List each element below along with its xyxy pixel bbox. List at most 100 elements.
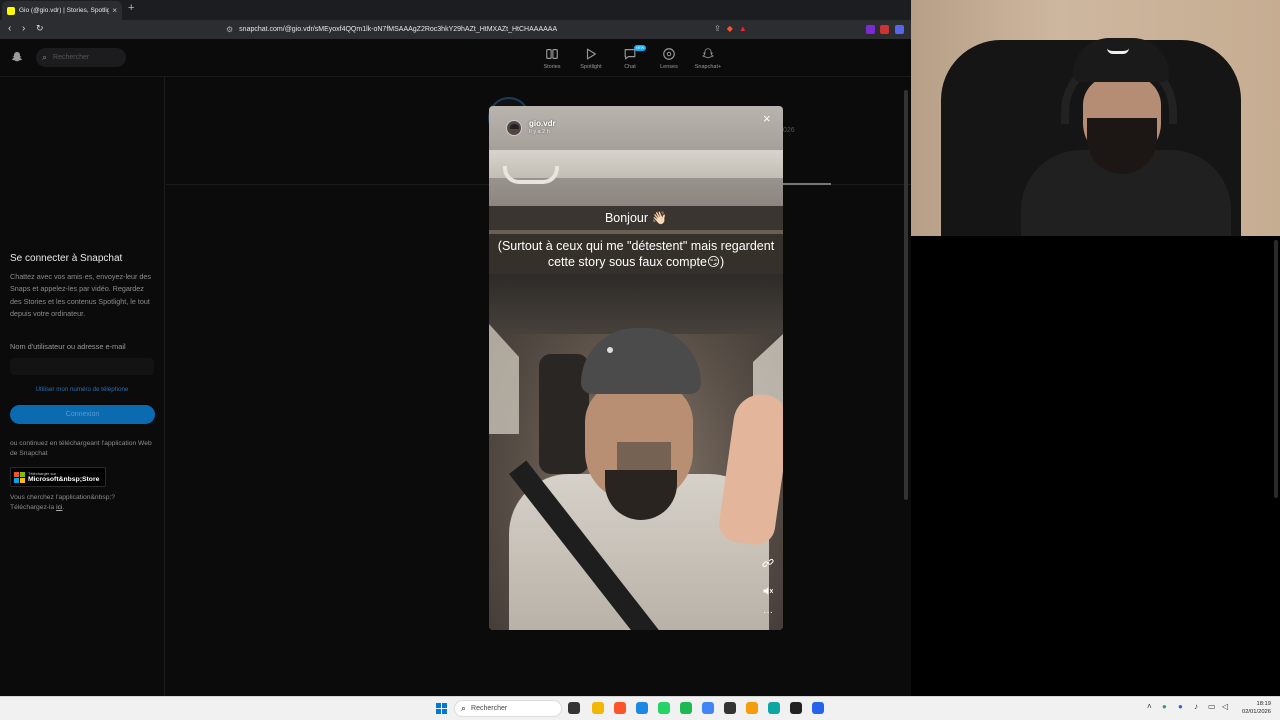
story-user-avatar[interactable] [506,120,522,136]
taskbar-app-icon[interactable] [790,702,802,714]
webcam-overlay [911,0,1280,236]
story-caption-message: (Surtout à ceux qui me "détestent" mais … [489,234,783,274]
extension-icon[interactable] [880,25,889,34]
tab-title: Gio (@gio.vdr) | Stories, Spotlight [19,7,110,14]
story-caption-greeting: Bonjour 👋🏻 [489,206,783,230]
reload-button[interactable]: ↻ [36,23,44,34]
taskbar-search[interactable]: ⌕ Rechercher [454,700,562,717]
tab-close-icon[interactable]: × [112,6,117,15]
new-tab-button[interactable]: + [128,2,134,14]
right-scrollbar[interactable] [1274,240,1278,498]
nav-label: Snapchat+ [694,64,722,70]
search-icon: ⌕ [461,703,467,713]
use-phone-link[interactable]: Utiliser mon numéro de téléphone [10,386,154,393]
brave-shields-icon[interactable]: ◆ [727,24,733,33]
nav-label: Spotlight [580,64,602,70]
download-here-suffix: . [62,504,65,511]
story-close-button[interactable]: × [763,111,771,126]
looking-for-app: Vous cherchez l'application&nbsp;? [10,494,116,501]
tab-strip: Gio (@gio.vdr) | Stories, Spotlight × + [0,0,911,20]
snapchat-ghost-icon[interactable] [11,51,23,63]
story-timestamp: Il y a 2 h [529,129,550,135]
story-username[interactable]: gio.vdr [529,119,556,128]
brave-rewards-icon[interactable]: ▲ [739,24,747,33]
login-sidebar: Se connecter à Snapchat Chattez avec vos… [0,77,165,696]
extension-icon[interactable] [866,25,875,34]
taskbar-app-icon[interactable] [834,702,846,714]
nav-snapchat-plus[interactable]: Snapchat+ [688,47,728,70]
site-settings-icon[interactable]: ⚙ [226,25,233,34]
clock-date: 02/01/2026 [1241,709,1271,715]
taskbar-app-icon[interactable] [614,702,626,714]
volume-icon[interactable]: ◁ [1222,702,1228,711]
mute-icon[interactable] [762,585,774,597]
taskbar-app-icon[interactable] [680,702,692,714]
link-icon[interactable] [762,557,774,569]
microsoft-logo-icon [14,471,25,483]
windows-start-icon[interactable] [436,703,447,714]
more-options-icon[interactable]: ··· [763,607,773,618]
address-bar-actions: ⇪ ◆ ▲ [714,24,747,33]
username-field[interactable] [10,358,154,375]
active-tab-underline [783,183,831,185]
taskbar-app-icon[interactable] [592,702,604,714]
taskbar-app-icon[interactable] [702,702,714,714]
snapchat-favicon-icon [7,6,15,15]
taskbar-app-icon[interactable] [724,702,736,714]
microsoft-store-button[interactable]: Télécharger sur Microsoft&nbsp;Store [10,467,106,487]
windows-taskbar: ⌕ Rechercher ˄ ● ● ♪ ▭ ◁ 18:19 02/01/202… [0,696,1280,720]
nav-label: Chat [624,64,636,70]
stories-icon [546,49,558,59]
system-clock[interactable]: 18:19 02/01/2026 [1237,700,1271,716]
extension-icon[interactable] [895,25,904,34]
empty-area [911,236,1280,696]
taskbar-app-icon[interactable] [812,702,824,714]
download-here-prefix: Téléchargez-la [10,504,57,511]
nav-spotlight[interactable]: Spotlight [571,47,611,70]
search-placeholder: Rechercher [53,54,90,61]
nike-logo-icon [1107,48,1129,54]
address-bar[interactable]: ⚙ snapchat.com/@gio.vdr/sMEyoxf4QQm1lk-o… [206,22,766,37]
taskbar-app-icon[interactable] [768,702,780,714]
microphone-icon[interactable]: ♪ [1194,702,1198,711]
get-app-text: Vous cherchez l'application&nbsp;? Téléc… [10,493,160,513]
search-icon: ⌕ [42,52,48,62]
story-viewer[interactable]: Bonjour 👋🏻 (Surtout à ceux qui me "détes… [489,106,783,630]
login-description: Chattez avec vos amis·es, envoyez-leur d… [10,272,152,318]
lenses-icon [663,48,675,60]
taskbar-app-icon[interactable] [636,702,648,714]
login-button[interactable]: Connexion [10,405,155,424]
new-badge: NEW [634,45,647,51]
url-text: snapchat.com/@gio.vdr/sMEyoxf4QQm1lk-oN7… [239,26,558,33]
snapchat-header: ⌕ Rechercher Stories Spotlight NEW Chat … [0,39,911,77]
task-view-icon[interactable] [568,702,580,714]
browser-tab-active[interactable]: Gio (@gio.vdr) | Stories, Spotlight × [2,1,122,20]
clock-time: 18:19 [1256,701,1271,707]
snap-search-input[interactable]: ⌕ Rechercher [36,48,126,67]
snapchat-plus-icon [701,48,715,59]
profile-date-fragment: 026 [783,127,795,134]
network-icon[interactable]: ▭ [1208,702,1216,711]
screen: Gio (@gio.vdr) | Stories, Spotlight × + … [0,0,1280,720]
browser-toolbar: ‹ › ↻ ⌗ ⚙ snapchat.com/@gio.vdr/sMEyoxf4… [0,20,911,39]
chevron-up-icon[interactable]: ˄ [1147,702,1152,711]
tray-app-icon[interactable]: ● [1162,702,1167,711]
page-scrollbar[interactable] [904,90,908,500]
store-big-text: Microsoft&nbsp;Store [28,476,100,483]
nav-chat[interactable]: NEW Chat [610,45,650,70]
story-video-frame [489,274,783,630]
nav-lenses[interactable]: Lenses [649,47,689,70]
taskbar-app-icon[interactable] [746,702,758,714]
login-title: Se connecter à Snapchat [10,253,123,264]
taskbar-search-placeholder: Rechercher [471,705,508,712]
forward-button[interactable]: › [22,23,25,34]
share-icon[interactable]: ⇪ [714,24,721,33]
nav-stories[interactable]: Stories [532,47,572,70]
browser-window: Gio (@gio.vdr) | Stories, Spotlight × + … [0,0,911,696]
taskbar-app-icon[interactable] [658,702,670,714]
tray-app-icon[interactable]: ● [1178,702,1183,711]
back-button[interactable]: ‹ [8,23,11,34]
username-label: Nom d'utilisateur ou adresse e-mail [10,342,126,351]
download-app-text: ou continuez en téléchargeant l'applicat… [10,440,152,457]
nav-label: Lenses [660,64,678,70]
